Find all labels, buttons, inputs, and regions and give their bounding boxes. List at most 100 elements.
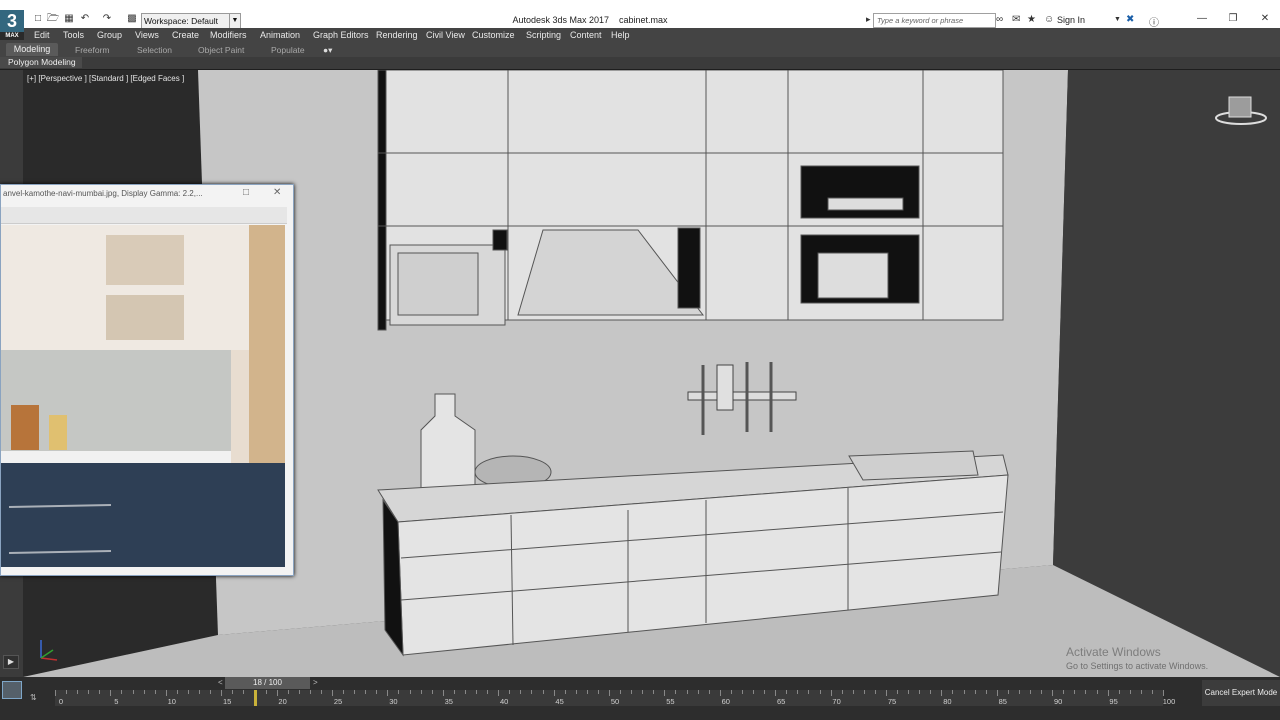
workspace-dropdown[interactable]: Workspace: Default ▼ [141, 13, 241, 29]
file-name: cabinet.max [619, 15, 668, 25]
app-logo-text: 3 [6, 11, 17, 31]
timeline-tick [409, 690, 411, 694]
sign-in-chevron-icon[interactable]: ▼ [1114, 16, 1121, 23]
chevron-right-icon[interactable]: ▸ [866, 14, 871, 25]
menu-edit[interactable]: Edit [34, 30, 50, 40]
viewport-label[interactable]: [+] [Perspective ] [Standard ] [Edged Fa… [27, 74, 184, 83]
timeline-tick-label: 45 [555, 697, 564, 706]
key-filter-icon[interactable]: ⇅ [30, 693, 37, 702]
timeline-tick [996, 690, 998, 696]
timeline-tick [1118, 690, 1120, 694]
timeline-tick [764, 690, 766, 694]
window-title: Autodesk 3ds Max 2017 cabinet.max [440, 15, 740, 25]
menu-group[interactable]: Group [97, 30, 122, 40]
menu-content[interactable]: Content [570, 30, 602, 40]
exchange-apps-icon[interactable]: ✖ [1126, 14, 1134, 25]
maximize-icon[interactable]: ❐ [1218, 13, 1248, 24]
timeline-tick [121, 690, 123, 694]
menu-views[interactable]: Views [135, 30, 159, 40]
image-viewer-window[interactable]: anvel-kamothe-navi-mumbai.jpg, Display G… [0, 184, 294, 576]
tab-modeling[interactable]: Modeling [6, 43, 58, 56]
tab-populate[interactable]: Populate [271, 45, 305, 55]
ribbon-tabs-bar [0, 43, 1280, 57]
play-icon[interactable]: ▶ [3, 655, 19, 669]
menu-create[interactable]: Create [172, 30, 199, 40]
help-icon[interactable]: ⓘ [1149, 14, 1159, 29]
timeline-tick [974, 690, 976, 694]
timeline-tick [963, 690, 965, 694]
timeline-tick [575, 690, 577, 694]
timeline-tick [586, 690, 588, 694]
save-icon[interactable]: ▦ [62, 12, 76, 26]
timeline-tick [1129, 690, 1131, 694]
sign-in-button[interactable]: Sign In [1057, 15, 1085, 25]
timeline-tick [221, 690, 223, 696]
binoculars-icon[interactable]: ∞ [996, 14, 1003, 25]
close-icon[interactable]: ✕ [1250, 13, 1280, 24]
menu-scripting[interactable]: Scripting [526, 30, 561, 40]
timeline-tick [520, 690, 522, 694]
timeline-tick [154, 690, 156, 694]
timeline-tick [1030, 690, 1032, 694]
communication-icon[interactable]: ✉ [1012, 14, 1020, 25]
app-title: Autodesk 3ds Max 2017 [512, 15, 609, 25]
auto-key-box[interactable] [2, 681, 22, 699]
menu-graph-editors[interactable]: Graph Editors [313, 30, 369, 40]
menu-tools[interactable]: Tools [63, 30, 84, 40]
prev-frame-icon[interactable]: < [218, 678, 223, 687]
upper-cabinets [377, 70, 1004, 331]
menu-animation[interactable]: Animation [260, 30, 300, 40]
timeline-tick-label: 70 [832, 697, 841, 706]
project-folder-icon[interactable]: ▩ [125, 12, 139, 26]
timeline-tick [298, 690, 300, 694]
window-close-icon[interactable]: ✕ [273, 187, 281, 198]
timeline-tick [542, 690, 544, 694]
timeline-tick [420, 690, 422, 694]
menu-civil-view[interactable]: Civil View [426, 30, 465, 40]
timeline-tick [1007, 690, 1009, 694]
timeline-tick [642, 690, 644, 694]
timeline-tick [176, 690, 178, 694]
tab-freeform[interactable]: Freeform [75, 45, 109, 55]
undo-icon[interactable]: ↶ [78, 12, 92, 26]
minimize-icon[interactable]: — [1187, 13, 1217, 24]
redo-icon[interactable]: ↷ [100, 12, 114, 26]
new-file-icon[interactable]: □ [31, 12, 45, 26]
timeline-tick [287, 690, 289, 694]
timeline-track[interactable]: 0 5 10 15 20 25 30 35 40 45 50 55 60 65 70 75 80 85 90 95 10… [55, 690, 1175, 706]
timeline-tick-label: 40 [500, 697, 509, 706]
workspace-label: Workspace: Default [144, 16, 219, 26]
timeline-tick [863, 690, 865, 694]
cancel-expert-mode-button[interactable]: Cancel Expert Mode [1202, 680, 1280, 706]
user-icon[interactable]: ☺ [1044, 14, 1054, 25]
current-frame-marker[interactable] [254, 690, 258, 706]
timeline-tick-label: 60 [721, 697, 730, 706]
timeline-tick [631, 690, 633, 694]
timeline-tick [343, 690, 345, 694]
timeline-tick [1041, 690, 1043, 694]
menu-rendering[interactable]: Rendering [376, 30, 418, 40]
timeline-tick [531, 690, 533, 694]
time-slider[interactable]: 18 / 100 [225, 677, 310, 689]
timeline-tick [210, 690, 212, 694]
menu-help[interactable]: Help [611, 30, 630, 40]
search-input[interactable]: Type a keyword or phrase [873, 13, 996, 28]
favorites-star-icon[interactable]: ★ [1027, 14, 1036, 25]
next-frame-icon[interactable]: > [313, 678, 318, 687]
window-maximize-icon[interactable]: □ [243, 187, 249, 198]
tab-object-paint[interactable]: Object Paint [198, 45, 244, 55]
timeline-tick [464, 690, 466, 694]
menu-customize[interactable]: Customize [472, 30, 515, 40]
image-window-title: anvel-kamothe-navi-mumbai.jpg, Display G… [3, 189, 203, 198]
polygon-modeling-panel[interactable]: Polygon Modeling [0, 57, 82, 68]
timeline-tick-label: 30 [389, 697, 398, 706]
ribbon-options-icon[interactable]: ●▾ [323, 45, 332, 56]
timeline-tick [199, 690, 201, 694]
timeline-tick [232, 690, 234, 694]
tab-selection[interactable]: Selection [137, 45, 172, 55]
timeline-tick [808, 690, 810, 694]
menu-modifiers[interactable]: Modifiers [210, 30, 247, 40]
app-logo[interactable]: 3 MAX [0, 10, 24, 40]
timeline-tick-label: 35 [444, 697, 453, 706]
open-folder-icon[interactable]: 🗁 [46, 12, 60, 26]
